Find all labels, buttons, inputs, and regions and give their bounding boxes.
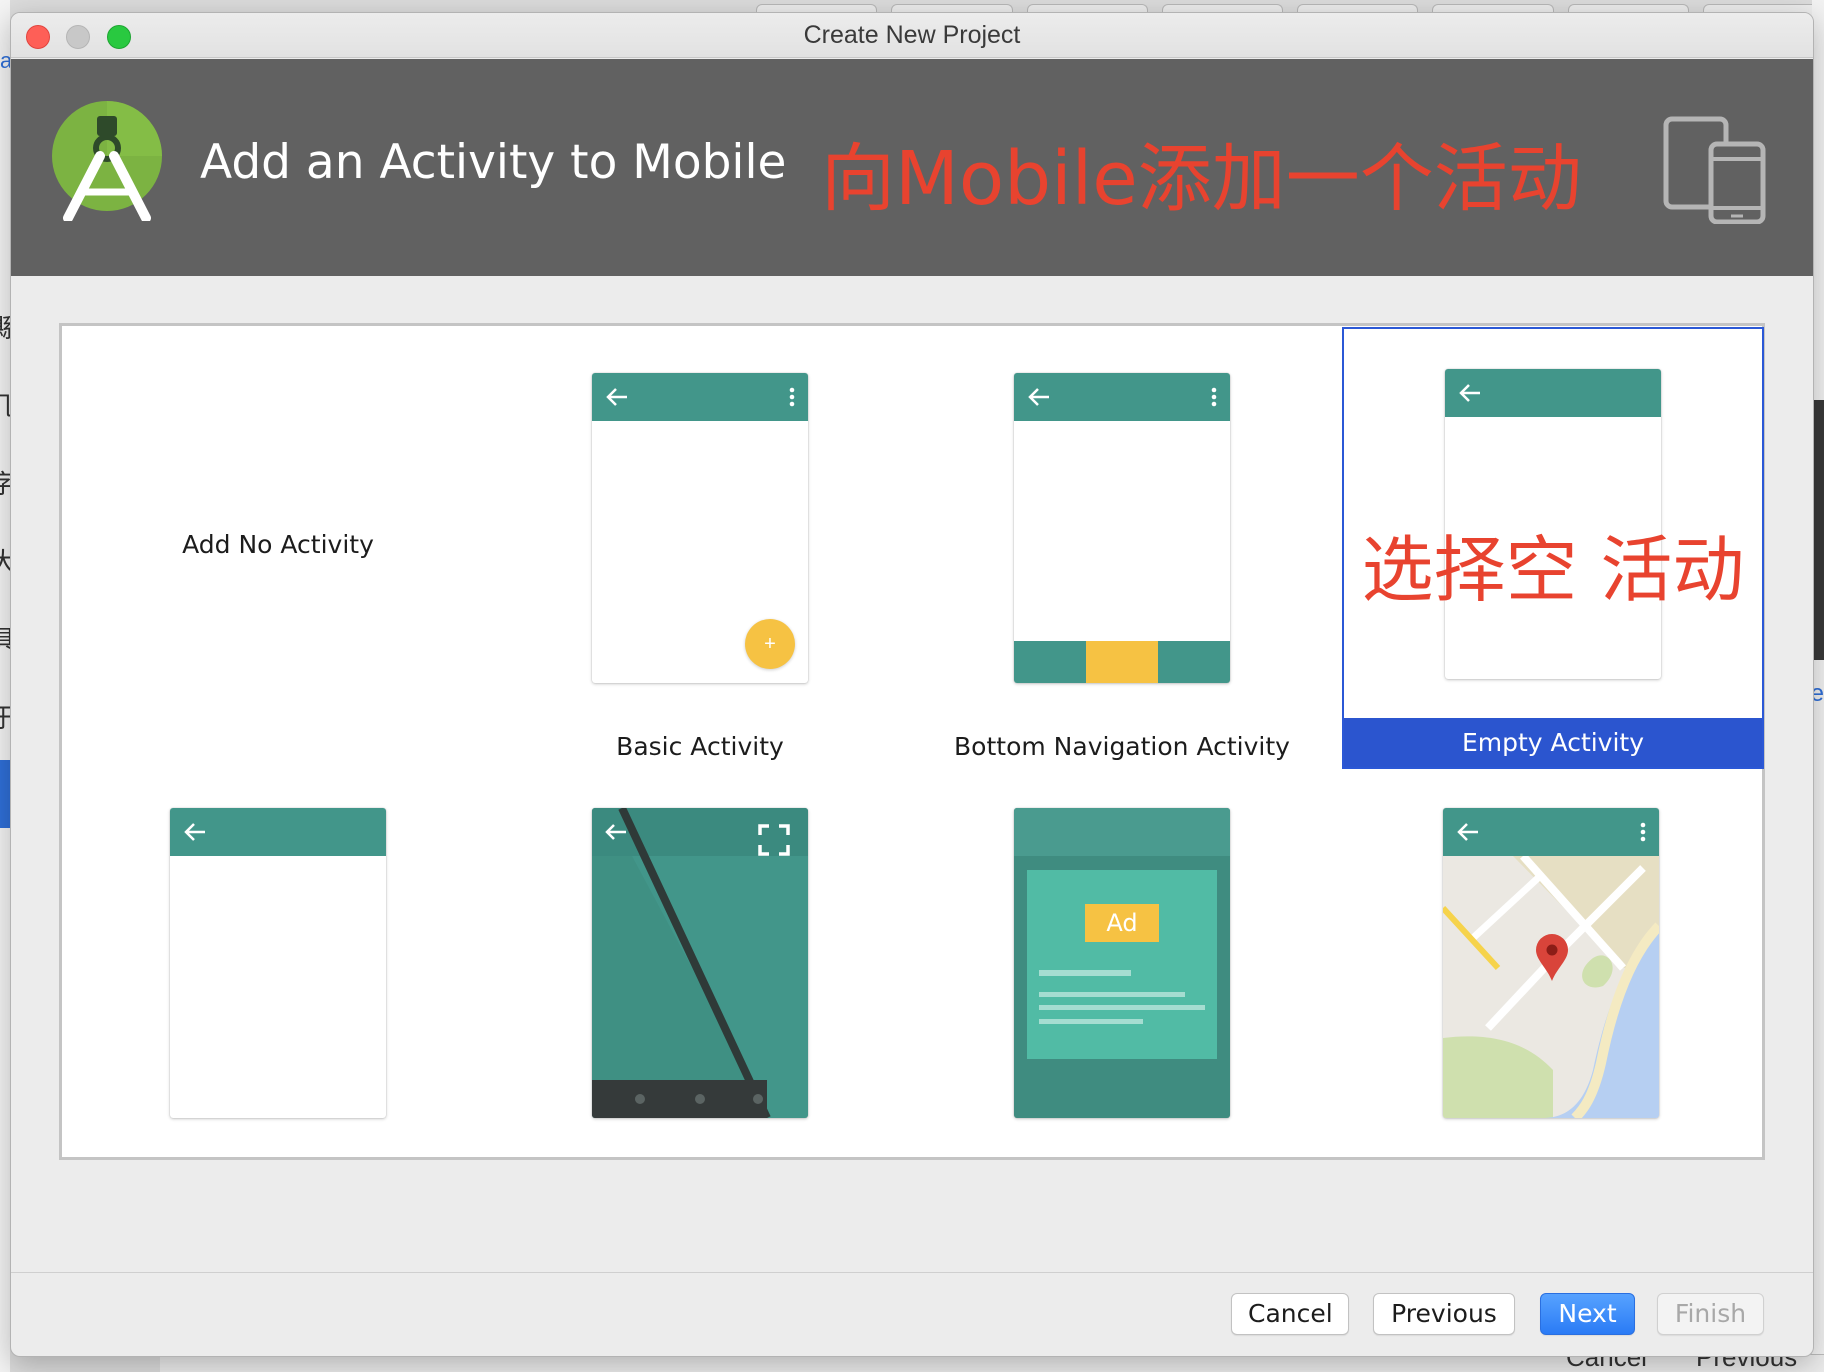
overflow-menu-icon — [1211, 387, 1217, 407]
maps-activity-preview — [1443, 808, 1659, 1118]
annotation-text: 选择空 活动 — [1361, 528, 1745, 612]
overflow-menu-icon — [1640, 822, 1646, 842]
create-new-project-dialog: Create New Project Add an Activity to Mo… — [10, 12, 1814, 1357]
close-window-button[interactable] — [26, 25, 50, 49]
tile-label: Basic Activity — [616, 732, 784, 761]
fullscreen-activity-preview — [592, 808, 808, 1118]
title-bar: Create New Project — [11, 13, 1813, 58]
appbar-activity-preview — [170, 808, 386, 1118]
tile-label: Bottom Navigation Activity — [954, 732, 1290, 761]
tile-bottom-navigation-activity[interactable]: Bottom Navigation Activity — [911, 332, 1333, 771]
footer-separator — [11, 1272, 1813, 1273]
zoom-window-button[interactable] — [107, 25, 131, 49]
map-pin-icon — [1536, 934, 1568, 981]
overflow-menu-icon — [789, 387, 795, 407]
ad-card: Ad — [1027, 870, 1217, 1059]
tile-label: Add No Activity — [182, 530, 374, 559]
phone-tablet-icon — [1663, 116, 1766, 224]
app-bar — [592, 373, 808, 421]
back-arrow-icon — [1457, 823, 1478, 841]
app-bar — [170, 808, 386, 856]
wizard-header: Add an Activity to Mobile 向Mobile添加一个活动 — [11, 59, 1813, 276]
app-bar — [1443, 808, 1659, 856]
tile-label: Empty Activity — [1344, 718, 1762, 767]
ad-text-line — [1039, 970, 1131, 976]
page-title: Add an Activity to Mobile — [200, 135, 787, 190]
finish-button[interactable]: Finish — [1657, 1293, 1764, 1335]
background-window-left — [0, 0, 10, 1372]
previous-button[interactable]: Previous — [1373, 1293, 1515, 1335]
tile-fullscreen-activity[interactable] — [489, 772, 911, 1211]
minimize-window-button[interactable] — [66, 25, 90, 49]
annotation-text: 向Mobile添加一个活动 — [821, 136, 1582, 222]
tile-empty-activity[interactable]: 选择空 活动 Empty Activity — [1342, 327, 1764, 769]
android-studio-logo-icon — [52, 101, 162, 221]
next-button[interactable]: Next — [1540, 1293, 1635, 1335]
activity-gallery: Add No Activity + Basic Activity Bottom … — [59, 323, 1765, 1160]
back-arrow-icon — [606, 388, 627, 406]
ad-text-line — [1039, 992, 1185, 997]
plus-icon: + — [745, 619, 795, 669]
ad-activity-preview: Ad — [1014, 808, 1230, 1118]
bottom-navigation-preview — [1014, 373, 1230, 683]
back-arrow-icon — [184, 823, 205, 841]
tile-fullscreen-appbar-activity[interactable] — [67, 772, 489, 1211]
app-bar — [1014, 808, 1230, 856]
basic-activity-preview: + — [592, 373, 808, 683]
tile-maps-activity[interactable] — [1333, 772, 1755, 1211]
bottom-navigation-active-item — [1086, 641, 1158, 683]
cancel-button[interactable]: Cancel — [1231, 1293, 1349, 1335]
ad-text-line — [1039, 1005, 1205, 1010]
back-arrow-icon — [1459, 384, 1480, 402]
app-bar — [1445, 369, 1661, 417]
fullscreen-icon — [758, 824, 790, 856]
bottom-navigation-bar — [1014, 641, 1230, 683]
tile-ad-activity[interactable]: Ad — [911, 772, 1333, 1211]
tile-basic-activity[interactable]: + Basic Activity — [489, 332, 911, 771]
background-selected-item — [0, 760, 10, 828]
ad-text-line — [1039, 1019, 1143, 1024]
app-bar — [1014, 373, 1230, 421]
tile-add-no-activity[interactable]: Add No Activity — [67, 332, 489, 771]
back-arrow-icon — [1028, 388, 1049, 406]
window-title: Create New Project — [803, 21, 1021, 49]
ad-badge: Ad — [1085, 904, 1159, 942]
